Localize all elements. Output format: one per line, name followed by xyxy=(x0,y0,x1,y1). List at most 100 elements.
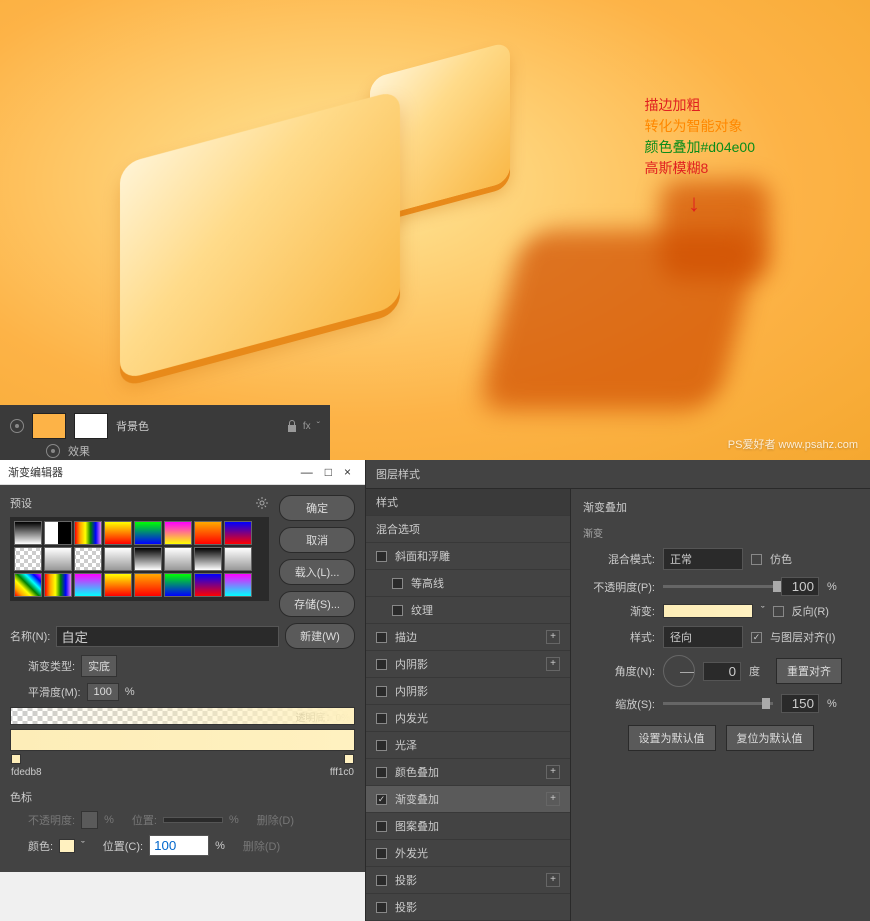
preset-swatch[interactable] xyxy=(14,521,42,545)
save-button[interactable]: 存储(S)... xyxy=(279,591,355,617)
preset-swatch[interactable] xyxy=(194,521,222,545)
checkbox[interactable] xyxy=(376,767,387,778)
preset-swatch[interactable] xyxy=(104,521,132,545)
name-input[interactable] xyxy=(56,626,279,647)
preset-swatch[interactable] xyxy=(134,573,162,597)
checkbox[interactable] xyxy=(376,740,387,751)
visibility-icon[interactable] xyxy=(46,444,60,458)
checkbox[interactable] xyxy=(376,848,387,859)
gradient-editor-titlebar[interactable]: 渐变编辑器 — □ × xyxy=(0,460,365,485)
preset-swatch[interactable] xyxy=(134,547,162,571)
checkbox[interactable] xyxy=(376,659,387,670)
load-button[interactable]: 载入(L)... xyxy=(279,559,355,585)
gradient-bar[interactable]: fdedb8 fff1c0 xyxy=(10,729,355,751)
scale-slider[interactable] xyxy=(663,702,773,705)
checkbox[interactable] xyxy=(376,875,387,886)
make-default-button[interactable]: 设置为默认值 xyxy=(628,725,716,751)
preset-swatch[interactable] xyxy=(104,573,132,597)
reverse-checkbox[interactable] xyxy=(773,606,784,617)
style-select[interactable]: 径向 xyxy=(663,626,743,648)
preset-swatch[interactable] xyxy=(74,573,102,597)
reset-align-button[interactable]: 重置对齐 xyxy=(776,658,842,684)
preset-swatch[interactable] xyxy=(44,547,72,571)
color-stop-right[interactable] xyxy=(344,754,354,764)
layer-row-background[interactable]: 背景色 fx ˇ xyxy=(6,411,324,441)
cancel-button[interactable]: 取消 xyxy=(279,527,355,553)
texture-item[interactable]: 纹理 xyxy=(366,597,570,624)
color-stop-left[interactable] xyxy=(11,754,21,764)
color-overlay-item[interactable]: 颜色叠加+ xyxy=(366,759,570,786)
pattern-overlay-item[interactable]: 图案叠加 xyxy=(366,813,570,840)
checkbox[interactable] xyxy=(392,605,403,616)
outer-glow-item[interactable]: 外发光 xyxy=(366,840,570,867)
smoothness-input[interactable]: 100 xyxy=(87,683,119,701)
inner-shadow-item-2[interactable]: 内阴影 xyxy=(366,678,570,705)
angle-input[interactable] xyxy=(703,662,741,681)
preset-swatch[interactable] xyxy=(224,547,252,571)
drop-shadow-item[interactable]: 投影+ xyxy=(366,867,570,894)
preset-swatch[interactable] xyxy=(224,521,252,545)
add-effect-icon[interactable]: + xyxy=(546,792,560,806)
styles-header[interactable]: 样式 xyxy=(366,489,570,516)
blend-options-item[interactable]: 混合选项 xyxy=(366,516,570,543)
preset-swatch[interactable] xyxy=(134,521,162,545)
opacity-gradient-bar[interactable]: 透明底：0% xyxy=(10,707,355,725)
minimize-button[interactable]: — xyxy=(295,465,319,479)
scale-input[interactable] xyxy=(781,694,819,713)
add-effect-icon[interactable]: + xyxy=(546,873,560,887)
ok-button[interactable]: 确定 xyxy=(279,495,355,521)
preset-swatch[interactable] xyxy=(164,521,192,545)
preset-swatch[interactable] xyxy=(104,547,132,571)
reset-default-button[interactable]: 复位为默认值 xyxy=(726,725,814,751)
checkbox[interactable] xyxy=(376,551,387,562)
blend-mode-select[interactable]: 正常 xyxy=(663,548,743,570)
preset-swatch[interactable] xyxy=(44,573,72,597)
stroke-item[interactable]: 描边+ xyxy=(366,624,570,651)
preset-swatch[interactable] xyxy=(164,573,192,597)
add-effect-icon[interactable]: + xyxy=(546,630,560,644)
layer-effects-row[interactable]: 效果 xyxy=(6,441,324,460)
checkbox[interactable] xyxy=(376,686,387,697)
opacity-input[interactable] xyxy=(781,577,819,596)
checkbox[interactable] xyxy=(376,713,387,724)
add-effect-icon[interactable]: + xyxy=(546,657,560,671)
layer-fx-badge[interactable]: fx ˇ xyxy=(287,420,320,432)
preset-swatch[interactable] xyxy=(74,547,102,571)
contour-item[interactable]: 等高线 xyxy=(366,570,570,597)
close-button[interactable]: × xyxy=(338,465,357,479)
angle-dial[interactable] xyxy=(663,655,695,687)
gradient-type-select[interactable]: 实底 xyxy=(81,655,117,677)
dither-checkbox[interactable] xyxy=(751,554,762,565)
checkbox[interactable] xyxy=(376,902,387,913)
drop-shadow-item-2[interactable]: 投影 xyxy=(366,894,570,921)
align-checkbox[interactable] xyxy=(751,632,762,643)
stop-position-c-input[interactable] xyxy=(149,835,209,856)
add-effect-icon[interactable]: + xyxy=(546,765,560,779)
checkbox[interactable] xyxy=(376,632,387,643)
chevron-down-icon[interactable]: ˇ xyxy=(81,840,85,852)
preset-swatch[interactable] xyxy=(74,521,102,545)
bevel-item[interactable]: 斜面和浮雕 xyxy=(366,543,570,570)
preset-swatch[interactable] xyxy=(164,547,192,571)
gradient-preview[interactable] xyxy=(663,604,753,618)
inner-shadow-item[interactable]: 内阴影+ xyxy=(366,651,570,678)
preset-swatch[interactable] xyxy=(14,547,42,571)
gradient-overlay-item[interactable]: 渐变叠加+ xyxy=(366,786,570,813)
preset-swatch[interactable] xyxy=(194,547,222,571)
visibility-icon[interactable] xyxy=(10,419,24,433)
chevron-down-icon[interactable]: ˇ xyxy=(761,605,765,617)
inner-glow-item[interactable]: 内发光 xyxy=(366,705,570,732)
preset-swatch[interactable] xyxy=(194,573,222,597)
opacity-slider[interactable] xyxy=(663,585,773,588)
new-button[interactable]: 新建(W) xyxy=(285,623,355,649)
preset-swatch[interactable] xyxy=(14,573,42,597)
checkbox[interactable] xyxy=(376,821,387,832)
maximize-button[interactable]: □ xyxy=(319,465,338,479)
checkbox[interactable] xyxy=(392,578,403,589)
satin-item[interactable]: 光泽 xyxy=(366,732,570,759)
color-stop-chip[interactable] xyxy=(59,839,75,853)
preset-swatch[interactable] xyxy=(44,521,72,545)
preset-swatch[interactable] xyxy=(224,573,252,597)
checkbox-checked[interactable] xyxy=(376,794,387,805)
gear-icon[interactable] xyxy=(255,496,269,510)
